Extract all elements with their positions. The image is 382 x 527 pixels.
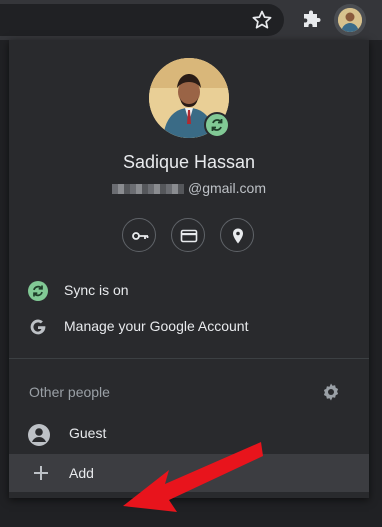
profile-email: @gmail.com [9, 180, 369, 196]
manage-account-row[interactable]: Manage your Google Account [9, 309, 369, 345]
passwords-button[interactable] [122, 218, 156, 252]
email-suffix: @gmail.com [187, 180, 266, 196]
payment-methods-button[interactable] [171, 218, 205, 252]
address-bar[interactable] [0, 4, 284, 36]
sync-row[interactable]: Sync is on [9, 273, 369, 309]
sync-icon [27, 280, 49, 302]
guest-label: Guest [69, 425, 107, 441]
google-g-icon [27, 316, 49, 338]
star-icon[interactable] [250, 8, 274, 32]
addresses-button[interactable] [220, 218, 254, 252]
manage-account-label: Manage your Google Account [64, 318, 249, 334]
puzzle-icon[interactable] [300, 8, 324, 32]
gear-icon[interactable] [321, 382, 341, 402]
person-icon [27, 423, 50, 446]
redacted-email-prefix [111, 184, 184, 195]
divider [9, 358, 369, 359]
plus-icon [32, 464, 50, 482]
other-people-title: Other people [29, 384, 110, 400]
location-pin-icon [233, 228, 243, 244]
add-label: Add [69, 465, 94, 481]
key-icon [132, 232, 149, 240]
browser-toolbar [0, 0, 382, 40]
profile-name: Sadique Hassan [122, 152, 256, 172]
sync-badge [204, 112, 230, 138]
avatar-icon [338, 8, 362, 32]
profile-menu-panel: Sadique Hassan @gmail.com Sync is on Man… [9, 40, 369, 512]
sync-label: Sync is on [64, 282, 129, 298]
profile-button[interactable] [334, 4, 366, 36]
credit-card-icon [180, 229, 198, 243]
red-arrow-annotation [121, 438, 265, 522]
